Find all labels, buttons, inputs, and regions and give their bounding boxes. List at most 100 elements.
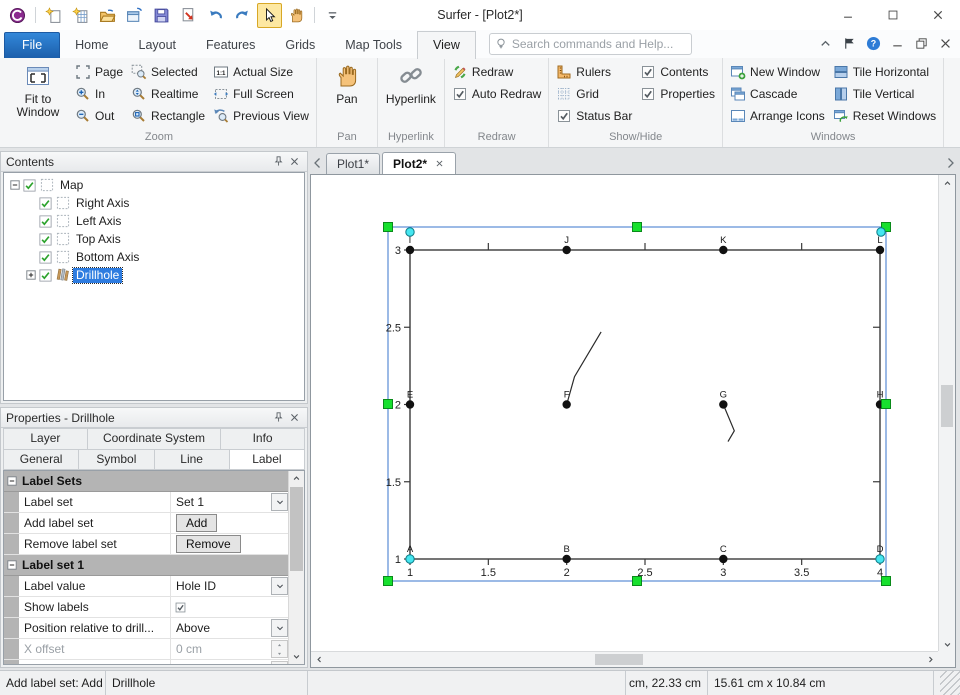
selected-button[interactable]: Selected: [127, 61, 209, 83]
collapse-section-icon[interactable]: [7, 560, 17, 570]
export-button[interactable]: [176, 3, 201, 28]
out-button[interactable]: Out: [71, 105, 127, 127]
undo-button[interactable]: [203, 3, 228, 28]
tree-item-top-axis[interactable]: Top Axis: [4, 230, 304, 248]
search-box[interactable]: Search commands and Help...: [489, 33, 692, 55]
scroll-up-icon[interactable]: [289, 471, 304, 486]
chevron-down-icon[interactable]: [271, 493, 288, 511]
remove-button[interactable]: Remove: [176, 535, 241, 553]
tab-grids[interactable]: Grids: [270, 32, 330, 58]
plus-box-icon[interactable]: [26, 270, 39, 280]
contents-checkbox[interactable]: Contents: [636, 61, 719, 83]
spin-up-icon[interactable]: [272, 641, 287, 649]
scroll-right-icon[interactable]: [922, 652, 938, 667]
tab-layout[interactable]: Layout: [124, 32, 192, 58]
in-button[interactable]: In: [71, 83, 127, 105]
scroll-down-icon[interactable]: [289, 649, 304, 664]
position-relative-to-drill-dropdown[interactable]: Above: [173, 619, 288, 637]
new-window-button[interactable]: New Window: [726, 61, 829, 83]
redo-button[interactable]: [230, 3, 255, 28]
open-button[interactable]: [95, 3, 120, 28]
close-button[interactable]: [915, 0, 960, 30]
app-logo[interactable]: [5, 3, 30, 28]
document-minimize-button[interactable]: [888, 34, 907, 53]
section-header-label-sets[interactable]: Label Sets: [4, 471, 289, 492]
document-tab-plot1[interactable]: Plot1*: [326, 153, 380, 174]
scroll-down-icon[interactable]: [939, 636, 955, 652]
document-restore-button[interactable]: [912, 34, 931, 53]
scrollbar-thumb[interactable]: [941, 385, 953, 427]
previous-view-button[interactable]: Previous View: [209, 105, 313, 127]
checkbox-checked-icon[interactable]: [174, 601, 187, 614]
checkbox-checked-icon[interactable]: [39, 233, 56, 246]
checkbox-checked-icon[interactable]: [39, 215, 56, 228]
maximize-button[interactable]: [870, 0, 915, 30]
minimize-button[interactable]: [825, 0, 870, 30]
redraw-button[interactable]: Redraw: [448, 61, 545, 83]
stepper-control[interactable]: [271, 640, 288, 658]
auto-redraw-checkbox[interactable]: Auto Redraw: [448, 83, 545, 105]
toolbar-overflow-button[interactable]: [320, 3, 345, 28]
tab-home[interactable]: Home: [60, 32, 123, 58]
properties-tab-coordinate-system[interactable]: Coordinate System: [88, 429, 221, 449]
tree-item-bottom-axis[interactable]: Bottom Axis: [4, 248, 304, 266]
rulers-button[interactable]: Rulers: [552, 61, 636, 83]
actual-size-button[interactable]: 1:1Actual Size: [209, 61, 313, 83]
vertical-scrollbar[interactable]: [938, 175, 955, 652]
chevron-down-icon[interactable]: [271, 577, 288, 595]
reset-windows-button[interactable]: Reset Windows: [829, 105, 940, 127]
chevron-down-icon[interactable]: [271, 619, 288, 637]
tab-file[interactable]: File: [4, 32, 60, 58]
tree-item-map[interactable]: Map: [4, 176, 304, 194]
properties-tab-general[interactable]: General: [4, 450, 79, 469]
tile-vertical-button[interactable]: Tile Vertical: [829, 83, 940, 105]
help-button[interactable]: ?: [864, 34, 883, 53]
hyperlink-button[interactable]: Hyperlink: [381, 58, 441, 106]
close-icon[interactable]: [286, 154, 302, 170]
drillhole-map[interactable]: 11.522.533.5411.522.53ABCDEFGHIJKL: [311, 175, 938, 652]
save-button[interactable]: [149, 3, 174, 28]
scrollbar-thumb[interactable]: [595, 654, 643, 665]
spin-down-icon[interactable]: [272, 649, 287, 657]
properties-scrollbar[interactable]: [288, 471, 304, 664]
pan-button[interactable]: Pan: [320, 58, 374, 106]
properties-tab-info[interactable]: Info: [221, 429, 304, 449]
horizontal-scrollbar[interactable]: [311, 651, 938, 667]
plot-canvas[interactable]: 11.522.533.5411.522.53ABCDEFGHIJKL: [311, 175, 938, 652]
grid-button[interactable]: Grid: [552, 83, 636, 105]
close-tab-icon[interactable]: [434, 158, 445, 169]
collapse-section-icon[interactable]: [7, 476, 17, 486]
pin-icon[interactable]: [270, 154, 286, 170]
tree-item-right-axis[interactable]: Right Axis: [4, 194, 304, 212]
cascade-button[interactable]: Cascade: [726, 83, 829, 105]
properties-tab-layer[interactable]: Layer: [4, 429, 88, 449]
tree-item-left-axis[interactable]: Left Axis: [4, 212, 304, 230]
arrange-icons-button[interactable]: Arrange Icons: [726, 105, 829, 127]
tab-map-tools[interactable]: Map Tools: [330, 32, 417, 58]
checkbox-checked-icon[interactable]: [39, 197, 56, 210]
add-button[interactable]: Add: [176, 514, 217, 532]
new-plot-button[interactable]: [41, 3, 66, 28]
tab-view[interactable]: View: [417, 31, 476, 59]
checkbox-checked-icon[interactable]: [23, 179, 40, 192]
scroll-up-icon[interactable]: [939, 175, 955, 191]
close-icon[interactable]: [286, 410, 302, 426]
realtime-button[interactable]: Realtime: [127, 83, 209, 105]
page-button[interactable]: Page: [71, 61, 127, 83]
properties-tab-label[interactable]: Label: [230, 450, 304, 469]
new-worksheet-button[interactable]: [68, 3, 93, 28]
label-value-dropdown[interactable]: Hole ID: [173, 577, 288, 595]
tree-item-drillhole[interactable]: Drillhole: [4, 266, 304, 284]
select-tool-button[interactable]: [257, 3, 282, 28]
collapse-ribbon-button[interactable]: [816, 34, 835, 53]
document-tab-plot2[interactable]: Plot2*: [382, 152, 456, 174]
properties-checkbox[interactable]: Properties: [636, 83, 719, 105]
scrollbar-thumb[interactable]: [290, 487, 303, 571]
tab-features[interactable]: Features: [191, 32, 270, 58]
pan-tool-button[interactable]: [284, 3, 309, 28]
fit-to-window-button[interactable]: Fit to Window: [5, 58, 71, 119]
status-bar-checkbox[interactable]: Status Bar: [552, 105, 636, 127]
label-set-dropdown[interactable]: Set 1: [173, 493, 288, 511]
tile-horizontal-button[interactable]: Tile Horizontal: [829, 61, 940, 83]
spin-up-icon[interactable]: [272, 662, 287, 664]
